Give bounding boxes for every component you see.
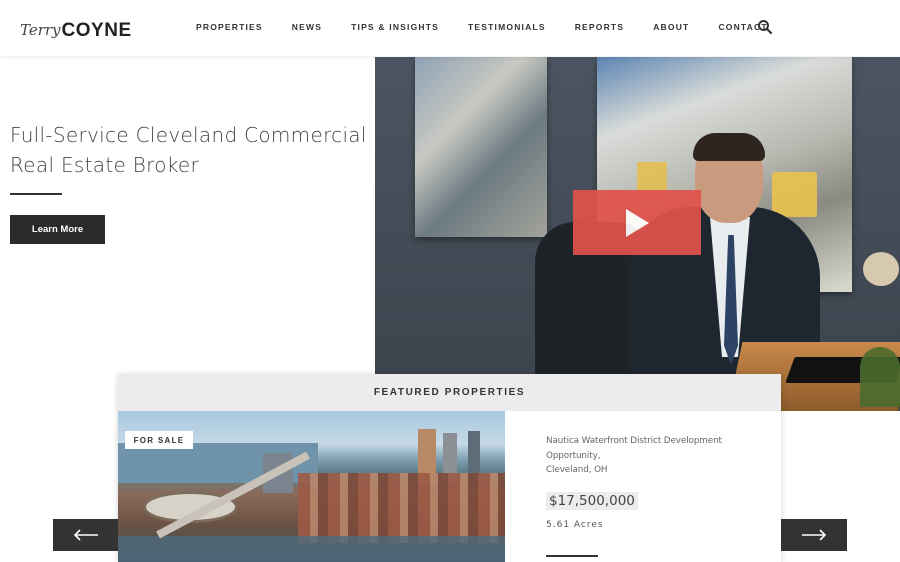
- nav-reports[interactable]: REPORTS: [575, 22, 625, 32]
- nav-properties[interactable]: PROPERTIES: [196, 22, 263, 32]
- property-acres: 5.61 Acres: [546, 519, 604, 530]
- hero-video[interactable]: [375, 57, 900, 411]
- property-divider: [546, 555, 598, 557]
- arrow-left-icon: [73, 529, 98, 541]
- nav-news[interactable]: NEWS: [292, 22, 322, 32]
- nav-tips-insights[interactable]: TIPS & INSIGHTS: [351, 22, 439, 32]
- property-info: Nautica Waterfront District Development …: [546, 434, 756, 530]
- featured-title: FEATURED PROPERTIES: [373, 387, 526, 398]
- broker-hair: [693, 133, 765, 161]
- painting-bus: [637, 162, 667, 190]
- property-location: Cleveland, OH: [546, 465, 608, 475]
- painting-left: [415, 57, 547, 237]
- nav-about[interactable]: ABOUT: [653, 22, 689, 32]
- hero-title-line-1: Full-Service Cleveland Commercial: [10, 123, 367, 147]
- learn-more-button[interactable]: Learn More: [10, 215, 105, 244]
- painting-taxi: [772, 172, 817, 217]
- carousel-next-button[interactable]: [781, 519, 847, 551]
- carousel-prev-button[interactable]: [53, 519, 118, 551]
- site-header: Terry COYNE PROPERTIES NEWS TIPS & INSIG…: [0, 0, 900, 56]
- image-river: [118, 536, 505, 562]
- logo-script: Terry: [20, 21, 61, 39]
- search-icon[interactable]: [757, 19, 773, 35]
- hero-divider: [10, 193, 62, 195]
- hero-title: Full-Service Cleveland Commercial Real E…: [10, 120, 367, 180]
- flower: [863, 252, 899, 286]
- arrow-right-icon: [802, 529, 827, 541]
- featured-properties-card: FEATURED PROPERTIES FOR SALE Nautica Wat…: [118, 374, 781, 562]
- plant: [860, 347, 900, 407]
- hero-title-line-2: Real Estate Broker: [10, 153, 200, 177]
- play-button[interactable]: [573, 190, 701, 255]
- logo[interactable]: Terry COYNE: [20, 12, 132, 42]
- property-price: $17,500,000: [546, 491, 638, 510]
- property-name[interactable]: Nautica Waterfront District Development …: [546, 434, 756, 463]
- image-city: [298, 473, 505, 543]
- logo-name: COYNE: [61, 20, 132, 41]
- property-image[interactable]: FOR SALE: [118, 411, 505, 562]
- play-icon: [626, 208, 649, 237]
- featured-header: FEATURED PROPERTIES: [118, 374, 781, 411]
- main-nav: PROPERTIES NEWS TIPS & INSIGHTS TESTIMON…: [196, 22, 797, 32]
- nav-testimonials[interactable]: TESTIMONIALS: [468, 22, 546, 32]
- for-sale-badge: FOR SALE: [125, 431, 193, 449]
